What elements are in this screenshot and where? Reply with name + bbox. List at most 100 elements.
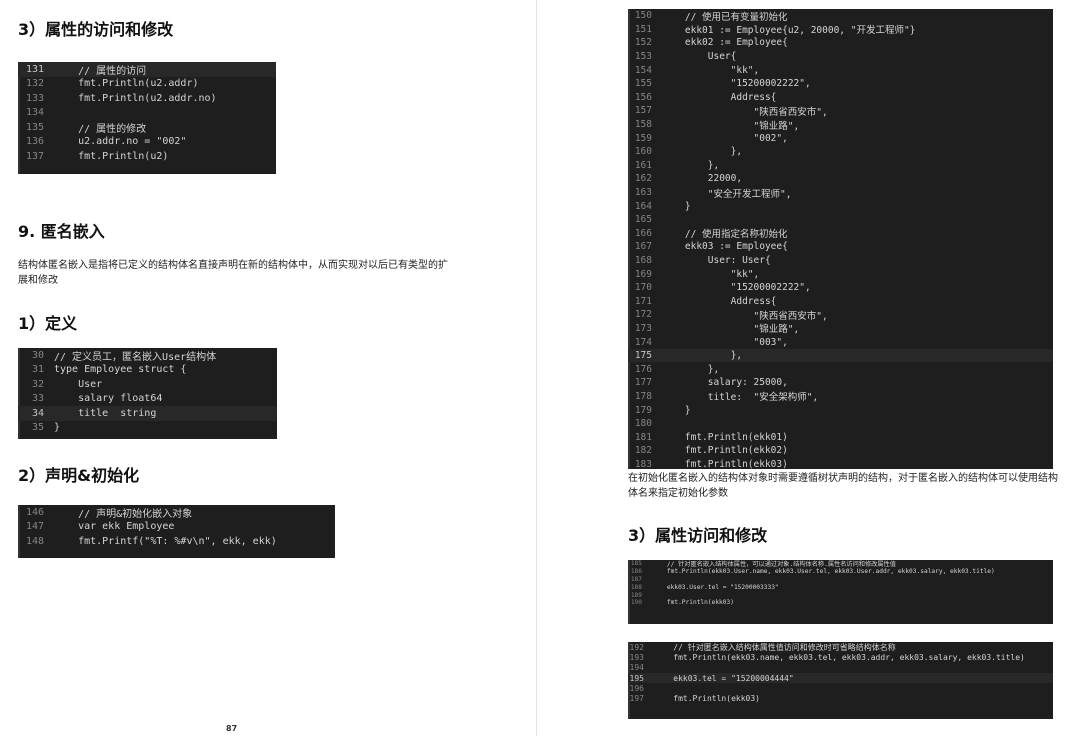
code-text: },: [662, 350, 743, 362]
code-line: 151 ekk01 := Employee{u2, 20000, "开发工程师"…: [628, 23, 1053, 37]
code-line: 181 fmt.Println(ekk01): [628, 430, 1053, 444]
code-line: 132 fmt.Println(u2.addr): [18, 77, 276, 92]
code-line: 176 },: [628, 362, 1053, 376]
code-block-attr-access: 131 // 属性的访问 132 fmt.Println(u2.addr) 133 …: [18, 62, 276, 174]
line-number: 166: [634, 227, 652, 239]
line-number: 135: [25, 121, 44, 133]
line-number: 185: [630, 560, 642, 568]
line-number: 33: [31, 393, 44, 405]
line-number: 146: [25, 506, 44, 518]
line-number: 136: [25, 136, 44, 148]
code-line: 190 fmt.Println(ekk03): [628, 599, 1053, 607]
line-number: 171: [634, 295, 652, 307]
code-line: 183 fmt.Println(ekk03): [628, 458, 1053, 469]
code-text: "003",: [662, 336, 788, 348]
code-text: salary: 25000,: [662, 377, 788, 389]
code-line: 165: [628, 213, 1053, 227]
code-text: fmt.Println(ekk02): [662, 445, 788, 457]
code-text: // 针对匿名嵌入结构体属性值访问和修改时可省略结构体名称: [654, 642, 896, 652]
line-number: 164: [634, 200, 652, 212]
code-line: 175 },: [628, 348, 1053, 363]
line-number: 131: [25, 63, 44, 75]
line-number: 137: [25, 150, 44, 162]
code-line: 34 title string: [18, 406, 277, 421]
line-number: 196: [629, 683, 644, 693]
code-line: 173 "锦业路",: [628, 322, 1053, 336]
code-text: Address{: [662, 295, 777, 307]
code-text: "陕西省西安市",: [662, 106, 828, 118]
line-number: 197: [629, 694, 644, 704]
code-line: 134: [18, 106, 276, 121]
code-line: 154 "kk",: [628, 63, 1053, 77]
line-number: 182: [634, 445, 652, 457]
code-block-modify-with-struct-name: 185 // 针对匿名嵌入结构体属性，可以通过对象.结构体名称.属性名访问和修改…: [628, 560, 1053, 624]
line-number: 150: [634, 10, 652, 22]
code-line: 172 "陕西省西安市",: [628, 308, 1053, 322]
code-line: 155 "15200002222",: [628, 77, 1053, 91]
code-text: var ekk Employee: [54, 521, 175, 533]
line-number: 179: [634, 404, 652, 416]
code-text: }: [662, 200, 691, 212]
line-number: 30: [31, 349, 44, 361]
code-line: 32 User: [18, 377, 277, 392]
line-number: 178: [634, 390, 652, 402]
code-line: 193 fmt.Println(ekk03.name, ekk03.tel, e…: [628, 652, 1053, 662]
code-text: // 属性的访问: [54, 65, 147, 77]
line-number: 147: [25, 521, 44, 533]
code-line: 163 "安全开发工程师",: [628, 186, 1053, 200]
line-number: 172: [634, 309, 652, 321]
code-line: 136 u2.addr.no = "002": [18, 135, 276, 150]
line-number: 162: [634, 173, 652, 185]
line-number: 132: [25, 78, 44, 90]
code-line: 185 // 针对匿名嵌入结构体属性，可以通过对象.结构体名称.属性名访问和修改…: [628, 560, 1053, 568]
code-text: User{: [662, 51, 737, 63]
code-text: // 使用已有变量初始化: [662, 11, 788, 23]
code-text: },: [662, 159, 720, 171]
code-text: fmt.Println(ekk01): [662, 431, 788, 443]
line-number: 163: [634, 187, 652, 199]
code-block-initialization: 150 // 使用已有变量初始化 151 ekk01 := Employee{u2…: [628, 9, 1053, 469]
code-text: "kk",: [662, 268, 760, 280]
code-text: fmt.Printf("%T: %#v\n", ekk, ekk): [54, 535, 277, 547]
line-number: 177: [634, 377, 652, 389]
heading-definition: 1）定义: [18, 314, 78, 333]
code-text: "陕西省西安市",: [662, 310, 828, 322]
code-text: "锦业路",: [662, 120, 800, 132]
code-line: 169 "kk",: [628, 267, 1053, 281]
code-line: 197 fmt.Println(ekk03): [628, 693, 1053, 703]
code-line: 157 "陕西省西安市",: [628, 104, 1053, 118]
code-text: fmt.Println(u2.addr.no): [54, 92, 217, 104]
code-line: 131 // 属性的访问: [18, 62, 276, 77]
line-number: 148: [25, 535, 44, 547]
code-text: Address{: [662, 91, 777, 103]
code-text: u2.addr.no = "002": [54, 136, 187, 148]
code-line: 160 },: [628, 145, 1053, 159]
code-line: 30 // 定义员工，匿名嵌入User结构体: [18, 348, 277, 363]
code-text: ekk03 := Employee{: [662, 241, 788, 253]
line-number: 34: [31, 407, 44, 419]
code-line: 150 // 使用已有变量初始化: [628, 9, 1053, 23]
line-number: 165: [634, 214, 652, 226]
code-line: 158 "锦业路",: [628, 118, 1053, 132]
code-text: ekk01 := Employee{u2, 20000, "开发工程师"}: [662, 25, 916, 37]
line-number: 168: [634, 254, 652, 266]
code-text: "kk",: [662, 64, 760, 76]
code-line: 195 ekk03.tel = "15200004444": [628, 672, 1053, 684]
code-text: fmt.Println(ekk03): [654, 694, 760, 704]
code-text: fmt.Println(ekk03): [652, 599, 734, 607]
heading-attr-modify: 3）属性访问和修改: [628, 526, 768, 545]
code-line: 161 },: [628, 159, 1053, 173]
line-number: 157: [634, 105, 652, 117]
code-text: title string: [54, 407, 157, 419]
code-line: 159 "002",: [628, 131, 1053, 145]
paragraph-initialization: 在初始化匿名嵌入的结构体对象时需要遵循树状声明的结构，对于匿名嵌入的结构体可以使…: [628, 473, 1058, 499]
line-number: 194: [629, 663, 644, 673]
code-text: // 属性的修改: [54, 123, 147, 135]
code-line: 174 "003",: [628, 335, 1053, 349]
code-line: 137 fmt.Println(u2): [18, 149, 276, 164]
right-page: 150 // 使用已有变量初始化 151 ekk01 := Employee{u2…: [537, 0, 1080, 736]
code-text: "安全开发工程师",: [662, 188, 792, 200]
code-text: User: [54, 378, 103, 390]
code-line: 168 User: User{: [628, 254, 1053, 268]
code-text: fmt.Println(u2.addr): [54, 78, 199, 90]
